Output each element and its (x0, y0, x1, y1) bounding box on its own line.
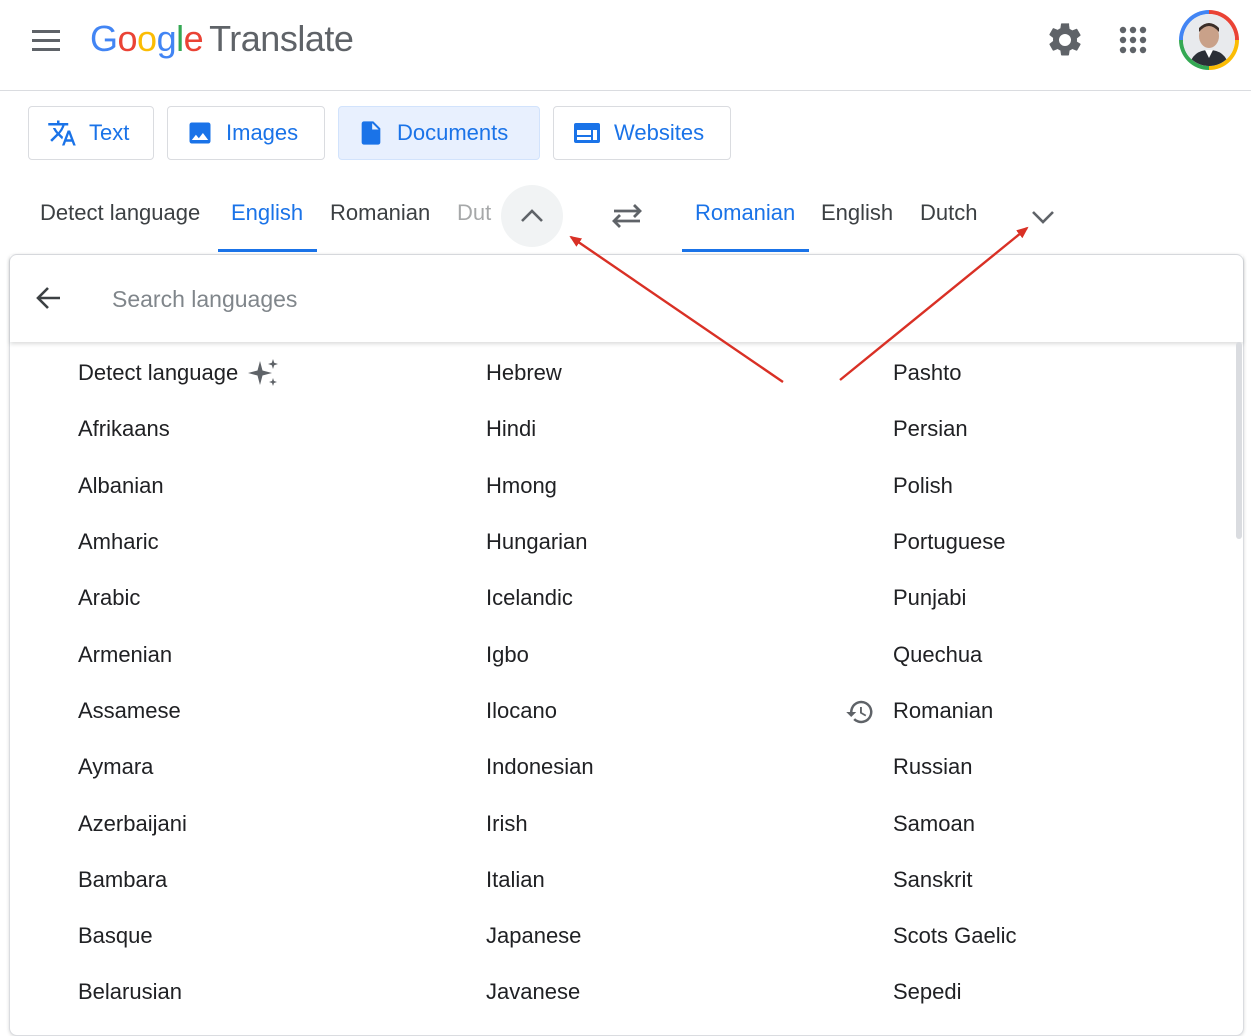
list-item[interactable]: Hindi (486, 401, 594, 457)
history-icon (845, 697, 875, 727)
menu-icon (26, 22, 66, 58)
source-lang-dutch[interactable]: Dut (457, 200, 491, 226)
language-column-1: Detect language Afrikaans Albanian Amhar… (78, 345, 280, 1021)
list-item[interactable]: Assamese (78, 683, 280, 739)
target-lang-romanian[interactable]: Romanian (695, 200, 795, 226)
list-item[interactable]: Aymara (78, 739, 280, 795)
list-item[interactable]: Basque (78, 908, 280, 964)
avatar (1183, 14, 1235, 66)
tab-websites[interactable]: Websites (553, 106, 731, 160)
language-picker-panel: Detect language Afrikaans Albanian Amhar… (9, 254, 1244, 1036)
chevron-up-icon (501, 185, 563, 247)
list-item[interactable]: Albanian (78, 458, 280, 514)
web-icon (572, 120, 602, 146)
list-item[interactable]: Belarusian (78, 964, 280, 1020)
list-item[interactable]: Italian (486, 852, 594, 908)
list-item[interactable]: Quechua (893, 626, 1017, 682)
document-icon (357, 118, 385, 148)
list-item[interactable]: Afrikaans (78, 401, 280, 457)
apps-grid-icon (1113, 20, 1153, 60)
image-icon (186, 119, 214, 147)
list-item[interactable]: Icelandic (486, 570, 594, 626)
list-item[interactable]: Amharic (78, 514, 280, 570)
logo-letter: o (118, 18, 138, 59)
list-item[interactable]: Persian (893, 401, 1017, 457)
list-item[interactable]: Samoan (893, 795, 1017, 851)
source-lang-collapse-button[interactable] (501, 185, 563, 247)
tab-documents[interactable]: Documents (338, 106, 540, 160)
arrow-back-icon (30, 279, 68, 317)
list-item[interactable]: Portuguese (893, 514, 1017, 570)
product-name: Translate (209, 18, 353, 59)
tab-images-label: Images (226, 120, 298, 146)
list-item[interactable]: Igbo (486, 626, 594, 682)
swap-arrows-icon (604, 193, 650, 239)
tab-websites-label: Websites (614, 120, 704, 146)
list-item[interactable]: Scots Gaelic (893, 908, 1017, 964)
main-menu-button[interactable] (26, 22, 66, 58)
target-selected-indicator (682, 249, 809, 252)
source-detect-language[interactable]: Detect language (40, 200, 200, 226)
list-item[interactable]: Hmong (486, 458, 594, 514)
translate-icon (47, 118, 77, 148)
logo-letter: l (176, 18, 184, 59)
language-search-bar (10, 255, 1243, 342)
logo-letter: G (90, 18, 118, 59)
account-avatar[interactable] (1179, 10, 1239, 70)
list-item[interactable]: Irish (486, 795, 594, 851)
tab-text-label: Text (89, 120, 129, 146)
list-item[interactable]: Javanese (486, 964, 594, 1020)
app-header: GoogleTranslate (0, 0, 1251, 91)
tab-text[interactable]: Text (28, 106, 154, 160)
list-item[interactable]: Sepedi (893, 964, 1017, 1020)
logo-letter: g (157, 18, 177, 59)
list-item[interactable]: Armenian (78, 626, 280, 682)
settings-button[interactable] (1045, 20, 1085, 60)
source-selected-indicator (218, 249, 317, 252)
back-button[interactable] (30, 279, 68, 317)
language-name: Romanian (893, 698, 993, 724)
search-languages-input[interactable] (110, 279, 1014, 319)
tab-documents-label: Documents (397, 120, 508, 146)
list-item[interactable]: Detect language (78, 345, 280, 401)
tab-images[interactable]: Images (167, 106, 325, 160)
target-lang-expand-button[interactable] (1022, 195, 1064, 237)
list-item[interactable]: Azerbaijani (78, 795, 280, 851)
list-item[interactable]: Indonesian (486, 739, 594, 795)
list-item[interactable]: Sanskrit (893, 852, 1017, 908)
list-item[interactable]: Bambara (78, 852, 280, 908)
target-lang-english[interactable]: English (821, 200, 893, 226)
list-item[interactable]: Hungarian (486, 514, 594, 570)
gear-icon (1045, 20, 1085, 60)
source-lang-romanian[interactable]: Romanian (330, 200, 430, 226)
list-item[interactable]: Hebrew (486, 345, 594, 401)
list-item[interactable]: Polish (893, 458, 1017, 514)
language-name: Detect language (78, 360, 238, 386)
list-item[interactable]: Ilocano (486, 683, 594, 739)
google-translate-logo[interactable]: GoogleTranslate (90, 18, 353, 60)
swap-languages-button[interactable] (604, 193, 650, 239)
list-item-recent[interactable]: Romanian (893, 683, 1017, 739)
list-item[interactable]: Japanese (486, 908, 594, 964)
source-lang-english[interactable]: English (231, 200, 303, 226)
scrollbar-thumb[interactable] (1236, 342, 1242, 539)
apps-button[interactable] (1113, 20, 1153, 60)
list-item[interactable]: Pashto (893, 345, 1017, 401)
logo-letter: o (137, 18, 157, 59)
logo-letter: e (184, 18, 204, 59)
sparkle-icon (248, 357, 280, 389)
list-item[interactable]: Arabic (78, 570, 280, 626)
language-column-3: Pashto Persian Polish Portuguese Punjabi… (893, 345, 1017, 1021)
language-column-2: Hebrew Hindi Hmong Hungarian Icelandic I… (486, 345, 594, 1021)
chevron-down-icon (1022, 195, 1064, 237)
list-item[interactable]: Russian (893, 739, 1017, 795)
list-item[interactable]: Punjabi (893, 570, 1017, 626)
profile-photo-icon (1183, 14, 1235, 66)
target-lang-dutch[interactable]: Dutch (920, 200, 977, 226)
